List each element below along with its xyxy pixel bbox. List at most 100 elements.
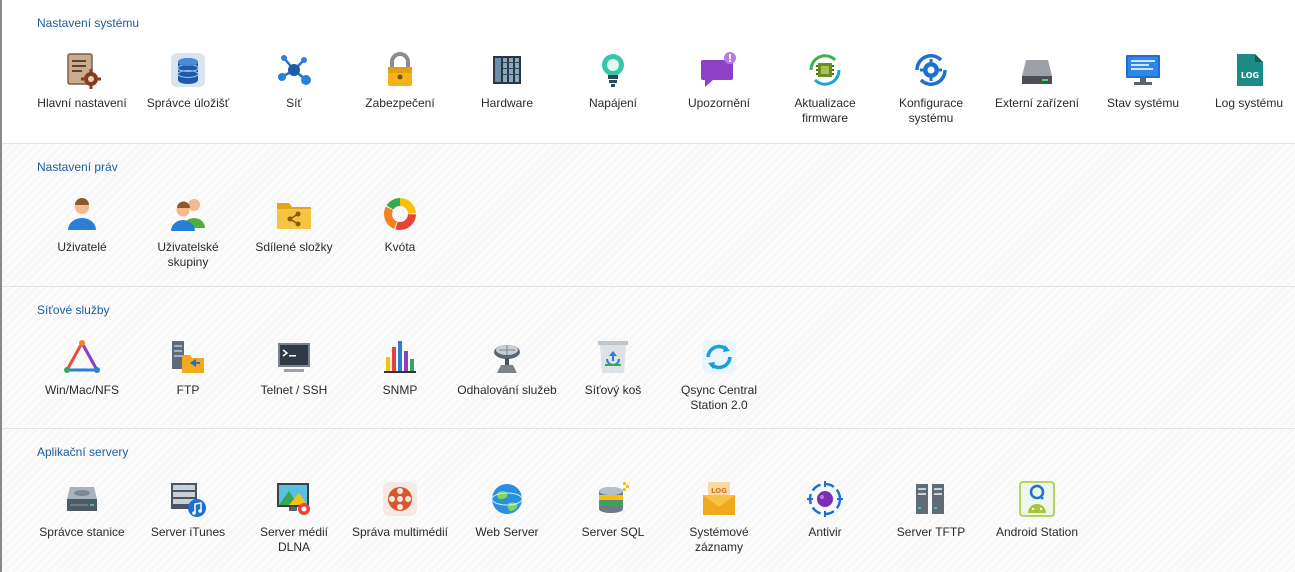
app-tile-label: Síťový koš [584,383,642,397]
snmp-bar-chart-icon [380,337,420,377]
app-tile[interactable]: Konfigurace systému [878,50,984,126]
section-title: Síťové služby [37,303,110,317]
app-tile[interactable]: Server iTunes [135,479,241,540]
network-icon [274,50,314,90]
app-tile[interactable]: Stav systému [1090,50,1196,111]
app-tile-label: Telnet / SSH [260,383,328,397]
app-tile[interactable]: Server TFTP [878,479,984,540]
system-logs-envelope-icon: LOG [699,479,739,519]
app-tile-label: Android Station [995,525,1079,539]
app-tile[interactable]: Telnet / SSH [241,337,347,398]
app-tile[interactable]: Napájení [560,50,666,111]
multimedia-film-reel-icon [380,479,420,519]
app-tile[interactable]: LOG Systémové záznamy [666,479,772,555]
app-tile-label: Správce stanice [39,525,125,539]
terminal-icon [274,337,314,377]
app-tile-label: Stav systému [1106,96,1180,110]
section-title: Nastavení práv [37,160,118,174]
app-tile[interactable]: Win/Mac/NFS [29,337,135,398]
app-tile[interactable]: Kvóta [347,194,453,255]
app-tile-label: Správce úložišť [146,96,230,110]
settings-document-gear-icon [62,50,102,90]
app-tile-label: Uživatelské skupiny [157,240,219,269]
app-tile[interactable]: Upozornění [666,50,772,111]
app-tile-label: Server TFTP [896,525,966,539]
app-tile-label: Server SQL [581,525,645,539]
app-tile-label: Log systému [1214,96,1284,110]
app-tile[interactable]: Aktualizace firmware [772,50,878,126]
quota-ring-chart-icon [380,194,420,234]
win-mac-nfs-triangle-icon [62,337,102,377]
app-tile-label: Zabezpečení [365,96,435,110]
app-tile[interactable]: FTP [135,337,241,398]
app-tile[interactable]: Qsync Central Station 2.0 [666,337,772,413]
section-3: Síťové služby Win/Mac/NFS FTP Telnet / SSH S… [2,286,1295,428]
app-tile[interactable]: Sdílené složky [241,194,347,255]
external-drive-icon [1017,50,1057,90]
app-tile[interactable]: SNMP [347,337,453,398]
qsync-sync-icon [699,337,739,377]
app-tile-label: Uživatelé [57,240,107,254]
app-tile-label: Antivir [808,525,842,539]
app-tile-label: Kvóta [384,240,416,254]
tftp-server-icon [911,479,951,519]
app-tile-label: Server iTunes [150,525,226,539]
app-tile-label: Upozornění [687,96,751,110]
app-tile-label: SNMP [382,383,418,397]
app-tile-label: Externí zařízení [994,96,1080,110]
app-tile[interactable]: Web Server [454,479,560,540]
app-tile-label: Hardware [480,96,534,110]
system-log-file-icon: LOG [1229,50,1269,90]
antivirus-target-icon [805,479,845,519]
app-tile[interactable]: Síť [241,50,347,111]
section-1: Nastavení systému Hlavní nastavení Správce… [2,0,1295,143]
app-tile[interactable]: Hardware [454,50,560,111]
svg-text:LOG: LOG [711,487,727,495]
app-tile[interactable]: Uživatelské skupiny [135,194,241,270]
dlna-media-server-icon [274,479,314,519]
app-tile[interactable]: Síťový koš [560,337,666,398]
app-tile-label: Hlavní nastavení [37,96,127,110]
app-tile[interactable]: Server médií DLNA [241,479,347,555]
web-server-globe-icon [487,479,527,519]
sql-server-database-icon [593,479,633,519]
app-tile[interactable]: Antivir [772,479,878,540]
user-group-icon [168,194,208,234]
svg-text:LOG: LOG [1241,71,1259,80]
app-tile[interactable]: Hlavní nastavení [29,50,135,111]
section-2: Nastavení práv Uživatelé Uživatelské skupi… [2,143,1295,286]
app-tile[interactable]: Server SQL [560,479,666,540]
app-tile-label: Win/Mac/NFS [44,383,119,397]
app-tile-label: Systémové záznamy [689,525,749,554]
notification-bubble-icon [699,50,739,90]
app-tile-label: Web Server [475,525,539,539]
app-tile-label: Správa multimédií [351,525,449,539]
app-tile[interactable]: Správa multimédií [347,479,453,540]
shared-folder-icon [274,194,314,234]
app-tile[interactable]: LOG Log systému [1196,50,1295,111]
user-icon [62,194,102,234]
power-lightbulb-icon [593,50,633,90]
app-tile-label: Aktualizace firmware [794,96,856,125]
app-tile-label: Napájení [588,96,638,110]
section-title: Nastavení systému [37,16,140,30]
app-tile[interactable]: Správce stanice [29,479,135,540]
ftp-server-folder-icon [168,337,208,377]
storage-database-icon [168,50,208,90]
itunes-server-icon [168,479,208,519]
app-tile-label: Konfigurace systému [898,96,964,125]
service-discovery-satellite-icon [487,337,527,377]
app-tile-label: Odhalování služeb [457,383,557,397]
app-tile[interactable]: Zabezpečení [347,50,453,111]
app-tile[interactable]: Android Station [984,479,1090,540]
hardware-chassis-icon [487,50,527,90]
system-config-gear-icon [911,50,951,90]
app-tile[interactable]: Správce úložišť [135,50,241,111]
firmware-update-chip-icon [805,50,845,90]
app-tile[interactable]: Uživatelé [29,194,135,255]
app-tile[interactable]: Externí zařízení [984,50,1090,111]
app-tile-label: Sdílené složky [255,240,333,254]
app-tile[interactable]: Odhalování služeb [454,337,560,398]
app-tile-label: Qsync Central Station 2.0 [680,383,758,412]
app-tile-label: Síť [286,96,302,110]
